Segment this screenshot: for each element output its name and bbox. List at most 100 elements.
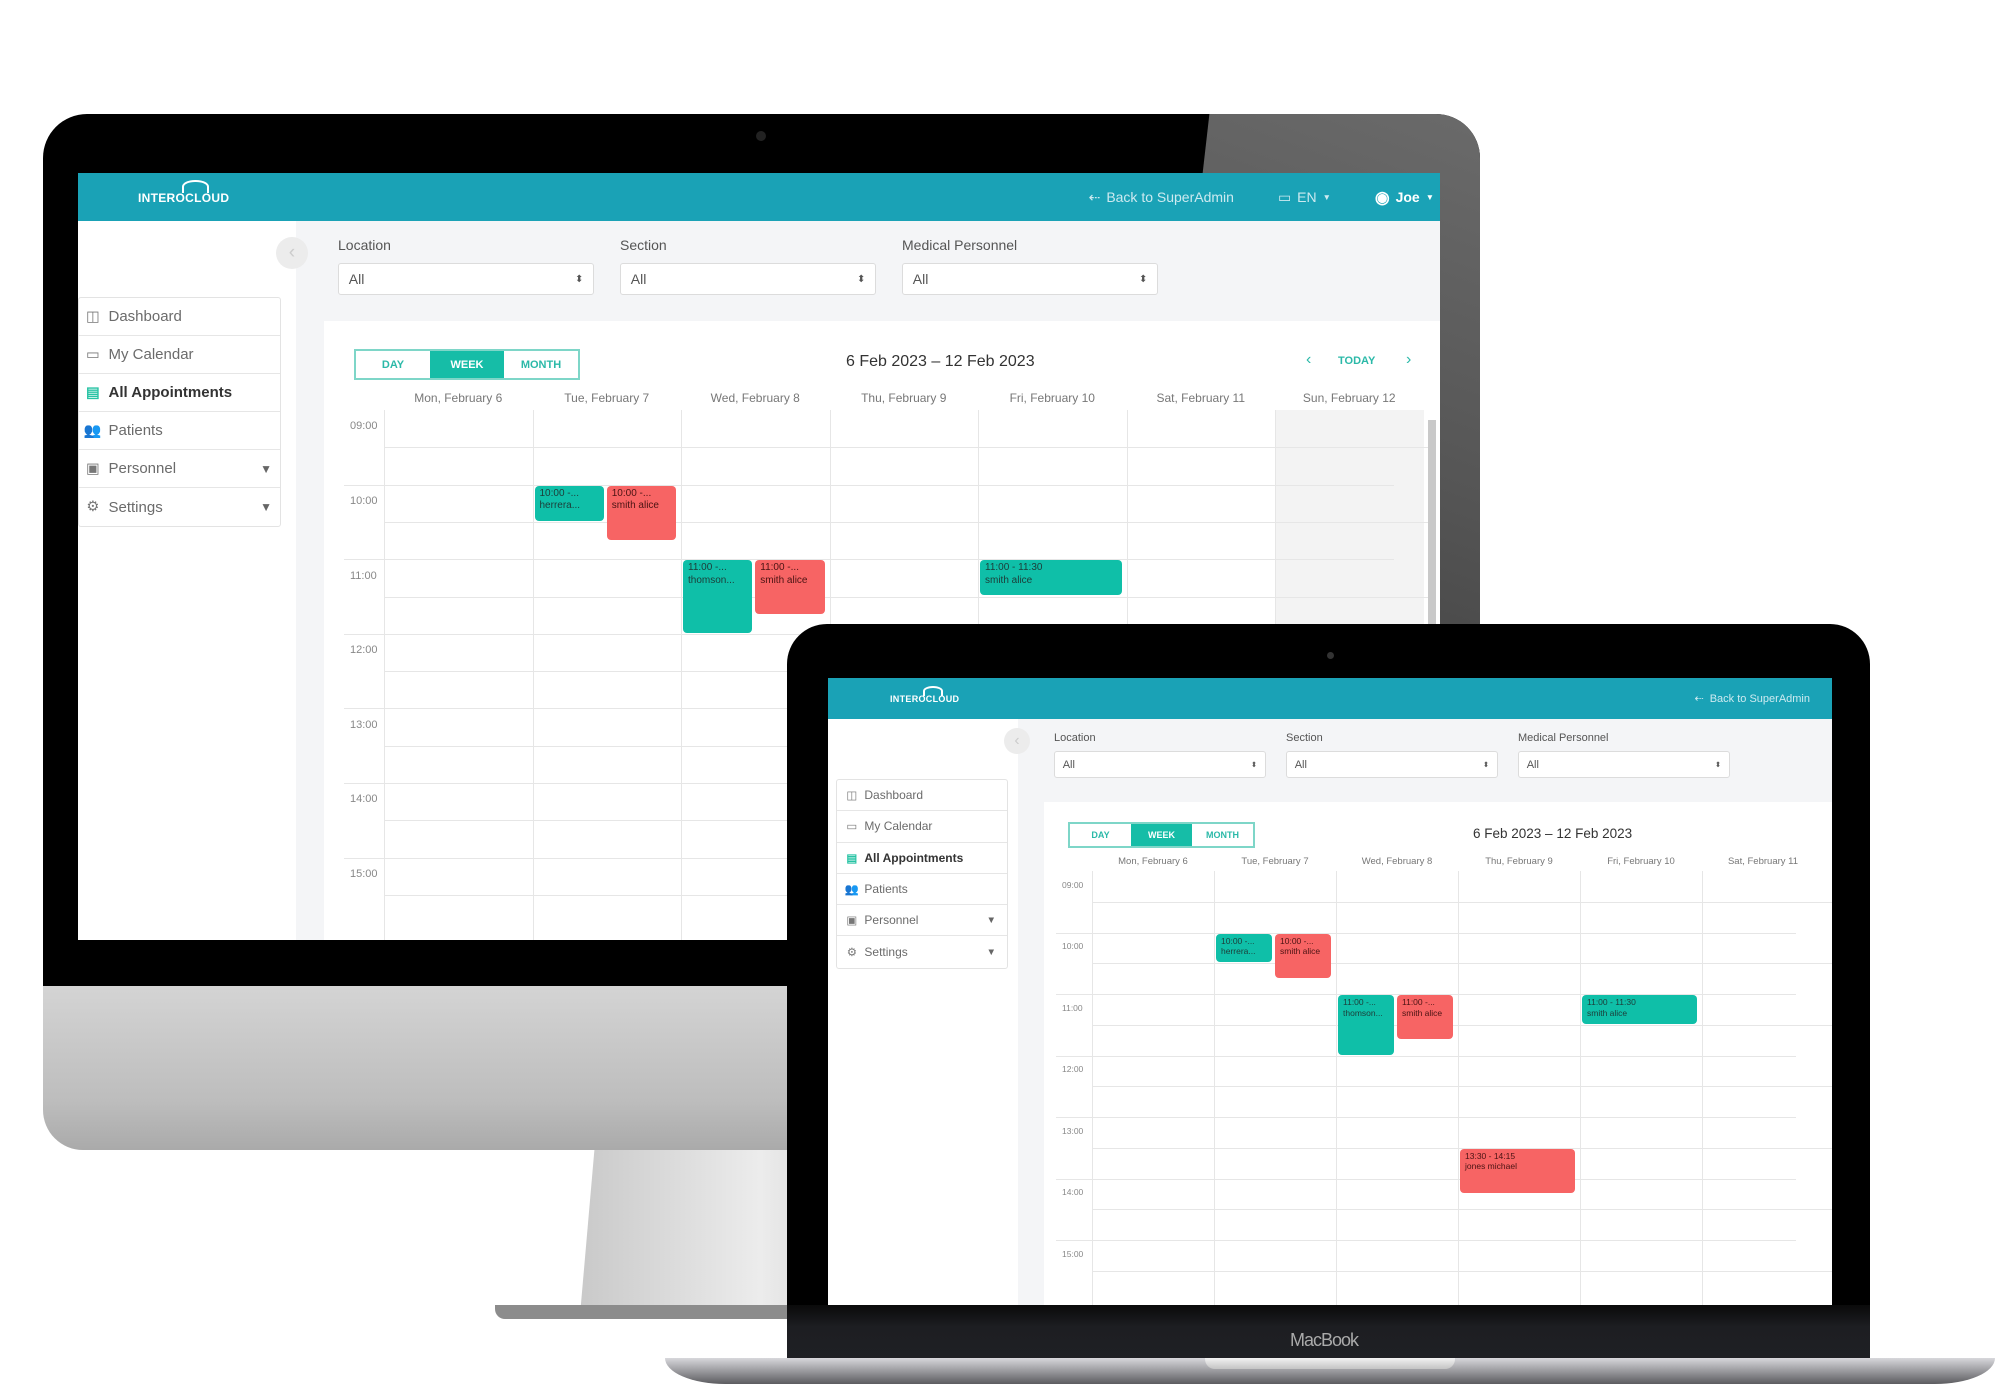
sidebar-collapse-button[interactable]: ‹ [1004, 728, 1030, 754]
calendar-icon: ▭ [846, 821, 858, 834]
appointment-event[interactable]: 11:00 - 11:30 smith alice [980, 560, 1122, 596]
sidebar-item-label: Settings [108, 498, 163, 516]
event-time: 11:00 -... [1402, 997, 1435, 1007]
back-to-superadmin-link[interactable]: ⇠ Back to SuperAdmin [1089, 189, 1234, 206]
sidebar-item-all-appointments[interactable]: ▤ All Appointments [837, 843, 1007, 874]
sidebar-item-settings[interactable]: ⚙ Settings ▼ [79, 488, 280, 526]
day-header: Sat, February 11 [1156, 391, 1246, 405]
user-name: Joe [1395, 189, 1420, 205]
filter-select-location[interactable]: All ⬍ [338, 263, 594, 295]
event-patient: herrera... [1221, 946, 1256, 957]
filter-select-medical-personnel[interactable]: All ⬍ [902, 263, 1158, 295]
filter-select-section[interactable]: All ⬍ [1286, 751, 1498, 778]
select-arrows-icon: ⬍ [1714, 760, 1722, 769]
view-button-day[interactable]: DAY [356, 351, 430, 378]
filter-label-location: Location [338, 237, 391, 253]
back-to-superadmin-link[interactable]: ⇠ Back to SuperAdmin [1695, 692, 1811, 706]
next-week-button[interactable]: › [1406, 351, 1411, 369]
select-arrows-icon: ⬍ [1138, 273, 1148, 285]
filter-value: All [630, 271, 647, 287]
time-label: 15:00 [1062, 1248, 1084, 1259]
event-patient: jones michael [1465, 1161, 1517, 1172]
appointment-event[interactable]: 10:00 -... smith alice [1275, 933, 1331, 978]
hour-line [344, 484, 1394, 486]
view-button-week[interactable]: WEEK [1131, 824, 1192, 846]
today-button[interactable]: TODAY [1338, 355, 1375, 367]
filter-select-section[interactable]: All ⬍ [620, 263, 876, 295]
brand-logo[interactable]: INTEROCLOUD [138, 180, 229, 205]
sidebar-item-patients[interactable]: 👥 Patients [837, 874, 1007, 906]
filter-select-location[interactable]: All ⬍ [1054, 751, 1266, 778]
view-switcher: DAY WEEK MONTH [354, 349, 580, 380]
personnel-icon: ▣ [846, 915, 858, 928]
top-header: INTEROCLOUD ⇠ Back to SuperAdmin ▭ EN ▼ ◉ Joe ▼ [78, 173, 1440, 221]
appointment-event[interactable]: 13:30 - 14:15jones michael [1460, 1148, 1575, 1193]
sidebar-item-my-calendar[interactable]: ▭ My Calendar [79, 336, 280, 374]
filter-label-section: Section [1286, 732, 1323, 744]
view-button-month[interactable]: MONTH [504, 351, 578, 378]
laptop-notch [1205, 1358, 1455, 1369]
appointment-event[interactable]: 11:00 -... smith alice [1397, 995, 1453, 1040]
sidebar-item-label: Settings [864, 945, 908, 960]
day-header: Sun, February 12 [1302, 391, 1396, 405]
date-range-title: 6 Feb 2023 – 12 Feb 2023 [1473, 826, 1633, 841]
time-label: 10:00 [350, 495, 378, 508]
half-hour-line [1092, 963, 1832, 965]
time-label: 11:00 [1062, 1002, 1083, 1013]
sidebar-item-label: Dashboard [864, 788, 924, 803]
chat-icon: ▭ [1277, 188, 1292, 205]
header-right: ⇠ Back to SuperAdmin [1695, 678, 1811, 719]
appointment-event[interactable]: 10:00 -... herrera... [1216, 933, 1272, 963]
appointment-event[interactable]: 11:00 -... thomson... [683, 560, 753, 633]
view-button-week[interactable]: WEEK [430, 351, 504, 378]
appointment-event[interactable]: 11:00 - 11:30 smith alice [1582, 995, 1697, 1024]
sidebar-item-settings[interactable]: ⚙ Settings ▼ [837, 936, 1007, 967]
day-header: Sat, February 11 [1727, 856, 1799, 867]
header-right: ⇠ Back to SuperAdmin ▭ EN ▼ ◉ Joe ▼ [1089, 173, 1434, 221]
language-dropdown[interactable]: ▭ EN ▼ [1278, 189, 1331, 206]
time-label: 12:00 [1062, 1064, 1084, 1075]
caret-down-icon: ▼ [260, 500, 272, 514]
half-hour-line [384, 447, 1434, 449]
sidebar-item-dashboard[interactable]: ◫ Dashboard [79, 298, 280, 336]
half-hour-line [384, 596, 1434, 598]
event-time: 11:00 -... [1343, 997, 1376, 1007]
sidebar-item-patients[interactable]: 👥 Patients [79, 412, 280, 450]
event-time: 10:00 -... [539, 487, 579, 499]
filter-select-medical-personnel[interactable]: All ⬍ [1518, 751, 1730, 778]
filter-value: All [1294, 758, 1307, 771]
day-column-divider [384, 410, 385, 940]
sidebar-item-all-appointments[interactable]: ▤ All Appointments [79, 374, 280, 412]
event-time: 13:30 - 14:15 [1465, 1150, 1516, 1161]
event-patient: smith alice [1587, 1007, 1628, 1018]
top-header: INTEROCLOUD ⇠ Back to SuperAdmin [828, 678, 1832, 719]
time-label: 09:00 [1062, 879, 1084, 890]
macbook-label: MacBook [1290, 1330, 1359, 1350]
user-menu[interactable]: ◉ Joe ▼ [1375, 187, 1434, 208]
appointment-event[interactable]: 10:00 -... smith alice [606, 485, 676, 540]
sidebar-collapse-button[interactable]: ‹ [276, 237, 308, 269]
time-label: 11:00 [350, 569, 377, 582]
sidebar-item-personnel[interactable]: ▣ Personnel ▼ [79, 450, 280, 488]
sidebar-menu: ◫ Dashboard ▭ My Calendar ▤ All Appointments 👥… [836, 779, 1008, 969]
view-button-day[interactable]: DAY [1070, 824, 1131, 846]
sidebar-item-personnel[interactable]: ▣ Personnel ▼ [837, 905, 1007, 937]
appointment-event[interactable]: 10:00 -... herrera... [534, 485, 604, 521]
appointment-event[interactable]: 11:00 -... thomson... [1338, 995, 1394, 1055]
sidebar-item-label: My Calendar [108, 346, 194, 363]
event-patient: herrera... [539, 500, 581, 512]
brand-logo[interactable]: INTEROCLOUD [890, 685, 959, 704]
prev-week-button[interactable]: ‹ [1306, 351, 1311, 369]
day-header: Tue, February 7 [564, 391, 650, 405]
sidebar-item-dashboard[interactable]: ◫ Dashboard [837, 780, 1007, 812]
filter-value: All [912, 271, 929, 287]
event-time: 10:00 -... [611, 487, 652, 499]
day-header: Wed, February 8 [710, 391, 800, 405]
sidebar-item-label: Patients [108, 422, 163, 439]
sidebar-item-my-calendar[interactable]: ▭ My Calendar [837, 811, 1007, 843]
filter-value: All [348, 271, 365, 287]
appointment-event[interactable]: 11:00 -... smith alice [755, 560, 825, 615]
caret-down-icon: ▼ [1322, 192, 1331, 202]
view-button-month[interactable]: MONTH [1192, 824, 1253, 846]
time-label: 14:00 [1062, 1187, 1084, 1198]
